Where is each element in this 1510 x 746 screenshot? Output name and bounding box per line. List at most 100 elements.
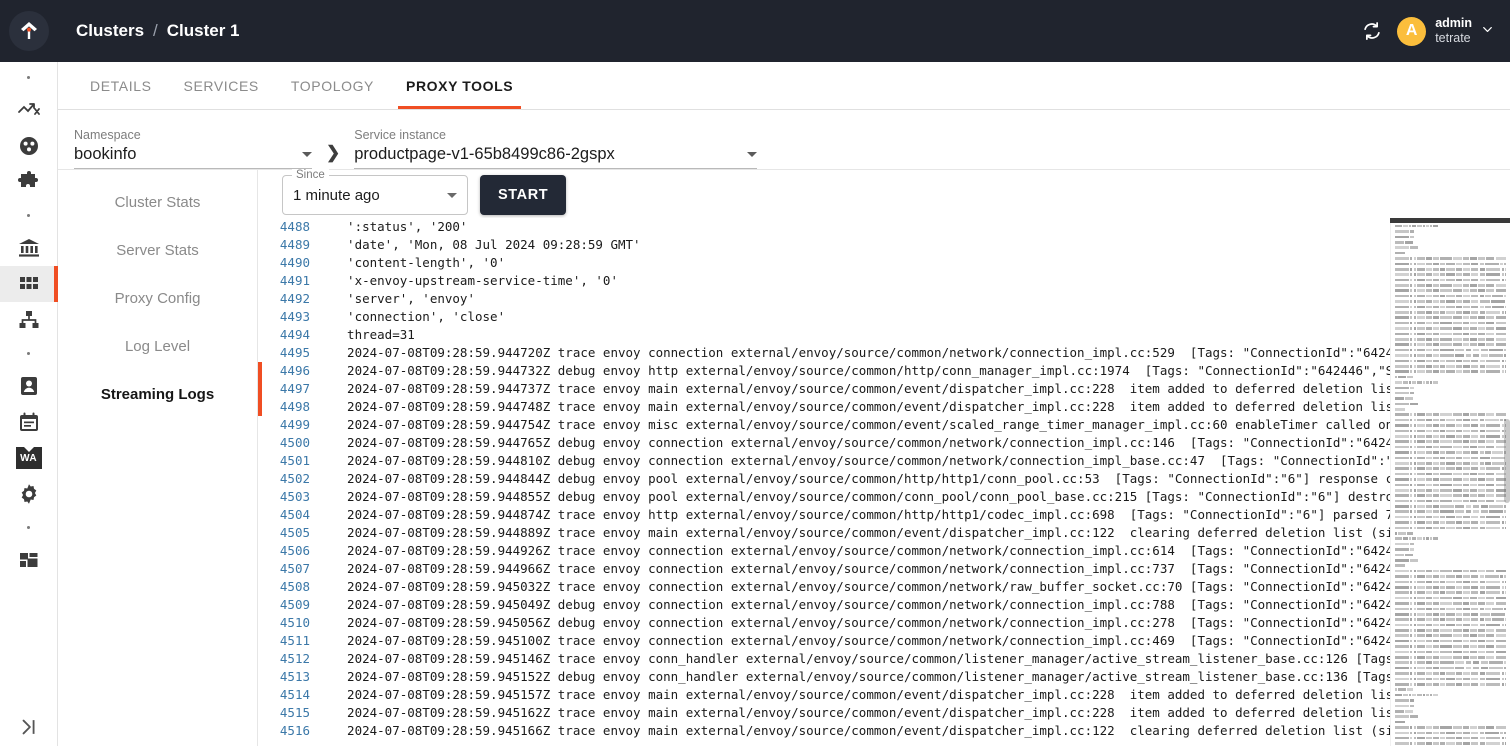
line-number: 4496 — [279, 363, 310, 378]
tab-details[interactable]: DETAILS — [74, 62, 168, 109]
line-number: 4507 — [279, 561, 310, 576]
log-line: 2024-07-08T09:28:59.944748Z trace envoy … — [332, 399, 1390, 414]
log-line: thread=31 — [332, 327, 415, 342]
line-number: 4492 — [279, 291, 310, 306]
line-number: 4498 — [279, 399, 310, 414]
line-number: 4505 — [279, 525, 310, 540]
since-select[interactable]: Since 1 minute ago — [282, 169, 468, 215]
analytics-trend-icon[interactable] — [0, 92, 58, 128]
organization-bank-icon[interactable] — [0, 230, 58, 266]
log-viewer: 4488 4489 4490 4491 4492 4493 4494 4495 4496 4497… — [258, 218, 1510, 746]
chevron-right-icon: ❯ — [326, 143, 341, 162]
tab-topology[interactable]: TOPOLOGY — [275, 62, 390, 109]
line-number: 4515 — [279, 705, 310, 720]
since-value: 1 minute ago — [293, 186, 380, 204]
app-logo[interactable] — [0, 0, 58, 62]
line-number: 4516 — [279, 723, 310, 738]
wa-badge-icon[interactable]: WA — [0, 440, 58, 476]
log-line: 'content-length', '0' — [332, 255, 506, 270]
line-number: 4495 — [279, 345, 310, 360]
tab-services[interactable]: SERVICES — [168, 62, 275, 109]
line-number: 4501 — [279, 453, 310, 468]
rail-icon-list: WA — [0, 62, 58, 578]
service-instance-select[interactable]: productpage-v1-65b8499c86-2gspx — [354, 145, 758, 169]
line-number: 4490 — [279, 255, 310, 270]
service-topology-icon[interactable] — [0, 302, 58, 338]
subnav-item-log-level[interactable]: Log Level — [58, 322, 257, 370]
user-identity: admin tetrate — [1435, 16, 1472, 46]
namespace-value: bookinfo — [74, 145, 137, 163]
caret-down-icon — [447, 192, 457, 198]
vertical-scrollbar[interactable] — [1504, 218, 1510, 746]
log-line: 2024-07-08T09:28:59.944966Z trace envoy … — [332, 561, 1390, 576]
content-body: Cluster Stats Server Stats Proxy Config … — [58, 169, 1510, 746]
line-number: 4506 — [279, 543, 310, 558]
cluster-tabs: DETAILS SERVICES TOPOLOGY PROXY TOOLS — [58, 62, 1510, 110]
log-line: 2024-07-08T09:28:59.944889Z trace envoy … — [332, 525, 1390, 540]
subnav-item-cluster-stats[interactable]: Cluster Stats — [58, 178, 257, 226]
log-line: 2024-07-08T09:28:59.945166Z trace envoy … — [332, 723, 1390, 738]
log-line: 2024-07-08T09:28:59.945056Z debug envoy … — [332, 615, 1390, 630]
sync-refresh-icon[interactable] — [1361, 20, 1383, 42]
line-number: 4489 — [279, 237, 310, 252]
log-line: 2024-07-08T09:28:59.944720Z trace envoy … — [332, 345, 1390, 360]
caret-down-icon — [302, 152, 312, 157]
dot-separator-icon — [0, 338, 58, 368]
line-number: 4497 — [279, 381, 310, 396]
subnav-item-proxy-config[interactable]: Proxy Config — [58, 274, 257, 322]
puzzle-piece-icon[interactable] — [0, 164, 58, 200]
wa-badge-label: WA — [15, 447, 42, 469]
main-region: Clusters / Cluster 1 A admin tetrate DET… — [58, 0, 1510, 746]
line-number: 4503 — [279, 489, 310, 504]
subnav-item-streaming-logs[interactable]: Streaming Logs — [58, 370, 257, 418]
line-number: 4504 — [279, 507, 310, 522]
breadcrumb-root[interactable]: Clusters — [76, 21, 144, 41]
minimap-row — [1395, 741, 1506, 746]
clusters-circles-icon[interactable] — [0, 128, 58, 164]
proxy-tools-subnav: Cluster Stats Server Stats Proxy Config … — [58, 170, 258, 746]
dashboard-layout-icon[interactable] — [0, 542, 58, 578]
streaming-logs-panel: Since 1 minute ago START 4488 4489 4490 449… — [258, 169, 1510, 746]
tab-proxy-tools[interactable]: PROXY TOOLS — [390, 62, 529, 109]
log-line: 2024-07-08T09:28:59.945032Z trace envoy … — [332, 579, 1390, 594]
log-line: 2024-07-08T09:28:59.944810Z debug envoy … — [332, 453, 1390, 468]
log-line: 'x-envoy-upstream-service-time', '0' — [332, 273, 618, 288]
breadcrumb: Clusters / Cluster 1 — [76, 21, 240, 41]
log-line: 'connection', 'close' — [332, 309, 506, 324]
dot-separator-icon — [0, 62, 58, 92]
header-actions: A admin tetrate — [1361, 16, 1494, 46]
log-line: 2024-07-08T09:28:59.944855Z debug envoy … — [332, 489, 1390, 504]
left-nav-rail: WA — [0, 0, 58, 746]
horizontal-scrollbar[interactable] — [1390, 218, 1510, 223]
since-label: Since — [292, 169, 329, 181]
namespace-field: Namespace bookinfo — [74, 128, 312, 169]
code-minimap[interactable] — [1390, 218, 1510, 746]
expand-sidebar-icon[interactable] — [0, 716, 58, 738]
logs-toolbar: Since 1 minute ago START — [258, 169, 1510, 218]
line-number: 4493 — [279, 309, 310, 324]
log-code-area[interactable]: ':status', '200' 'date', 'Mon, 08 Jul 20… — [322, 218, 1390, 746]
log-line: 2024-07-08T09:28:59.944737Z trace envoy … — [332, 381, 1390, 396]
settings-gear-icon[interactable] — [0, 476, 58, 512]
log-line: 2024-07-08T09:28:59.945146Z trace envoy … — [332, 651, 1390, 666]
user-menu[interactable]: A admin tetrate — [1397, 16, 1494, 46]
namespace-select[interactable]: bookinfo — [74, 145, 312, 169]
log-line: ':status', '200' — [332, 219, 468, 234]
identity-badge-icon[interactable] — [0, 368, 58, 404]
tetrate-logo-icon — [8, 11, 49, 51]
line-number: 4514 — [279, 687, 310, 702]
log-line: 2024-07-08T09:28:59.945162Z trace envoy … — [332, 705, 1390, 720]
line-number: 4488 — [279, 219, 310, 234]
caret-down-icon — [747, 152, 758, 157]
line-number: 4502 — [279, 471, 310, 486]
log-line: 2024-07-08T09:28:59.944926Z trace envoy … — [332, 543, 1390, 558]
calendar-icon[interactable] — [0, 404, 58, 440]
start-button[interactable]: START — [480, 175, 567, 215]
subnav-item-server-stats[interactable]: Server Stats — [58, 226, 257, 274]
chevron-down-icon — [1481, 23, 1494, 39]
app-root: WA Clusters / Cluster 1 A admin tetrate … — [0, 0, 1510, 746]
line-number: 4510 — [279, 615, 310, 630]
line-number: 4499 — [279, 417, 310, 432]
grid-clusters-icon[interactable] — [0, 266, 58, 302]
log-line: 2024-07-08T09:28:59.944765Z debug envoy … — [332, 435, 1390, 450]
